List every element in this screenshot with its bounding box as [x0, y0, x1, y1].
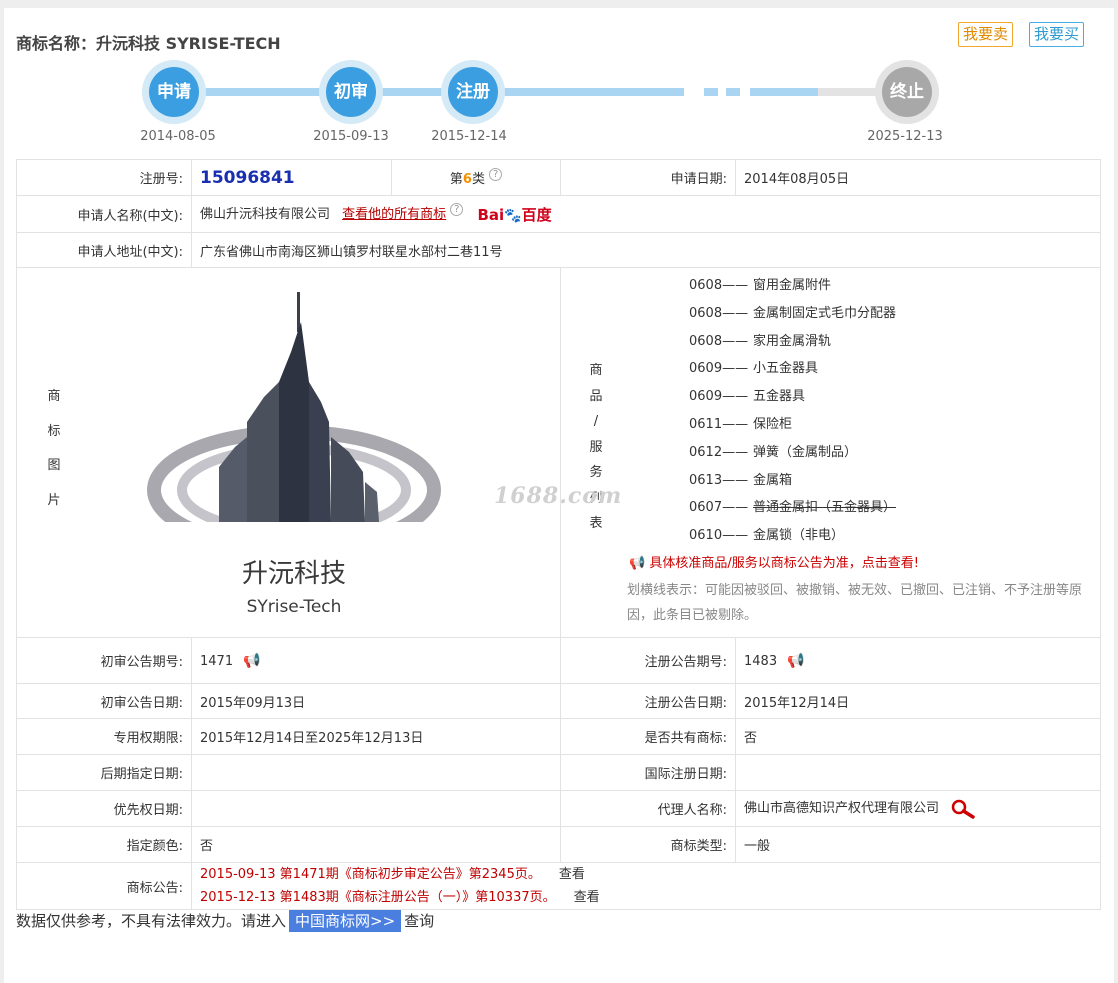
- timeline-date: 2015-12-14: [431, 129, 507, 144]
- goods-item: 0609—— 五金器具: [689, 389, 806, 405]
- status-timeline: 申请 初审 注册 终止 2014-08-05 2015-09-13 2015-1…: [4, 60, 1114, 150]
- shared-label: 是否共有商标:: [560, 718, 736, 755]
- goods-services-cell: 商品 / 服务列表 0608—— 窗用金属附件 0608—— 金属制固定式毛巾分配器 0…: [560, 267, 1101, 638]
- applicant-cell: 佛山升沅科技有限公司 查看他的所有商标 ? Bai🐾百度: [191, 195, 1101, 233]
- later-date-label: 后期指定日期:: [16, 754, 192, 791]
- agent-value: 佛山市高德知识产权代理有限公司: [744, 801, 940, 817]
- reg-pub-date-label: 注册公告日期:: [560, 683, 736, 719]
- announce-cell: 2015-09-13 第1471期《商标初步审定公告》第2345页。 查看 201…: [191, 862, 1101, 910]
- apply-date-value: 2014年08月05日: [735, 159, 1101, 196]
- trademark-logo: 升沅科技 SYrise-Tech: [139, 292, 449, 622]
- megaphone-icon[interactable]: 📢: [787, 653, 804, 669]
- svg-text:升沅科技: 升沅科技: [242, 559, 346, 589]
- timeline-date: 2015-09-13: [313, 129, 389, 144]
- view-announcement-link[interactable]: 查看: [574, 890, 600, 905]
- priority-label: 优先权日期:: [16, 790, 192, 827]
- announce-label: 商标公告:: [16, 862, 192, 910]
- timeline-node-prelim: 初审: [319, 60, 383, 124]
- reg-pub-no-label: 注册公告期号:: [560, 637, 736, 684]
- type-label: 商标类型:: [560, 826, 736, 863]
- exclusive-label: 专用权期限:: [16, 718, 192, 755]
- address-value: 广东省佛山市南海区狮山镇罗村联星水部村二巷11号: [191, 232, 1101, 268]
- goods-item-struck: 0607—— 普通金属扣（五金器具）: [689, 500, 897, 516]
- color-label: 指定颜色:: [16, 826, 192, 863]
- class-cell: 第6类 ?: [391, 159, 561, 196]
- sell-button[interactable]: 我要卖: [958, 22, 1014, 47]
- priority-value: [191, 790, 561, 827]
- goods-item: 0611—— 保险柜: [689, 416, 793, 432]
- goods-item: 0613—— 金属箱: [689, 472, 793, 488]
- later-date-value: [191, 754, 561, 791]
- prelim-date-value: 2015年09月13日: [191, 683, 561, 719]
- timeline-node-register: 注册: [441, 60, 505, 124]
- image-label: 商标图片: [47, 389, 61, 508]
- color-value: 否: [191, 826, 561, 863]
- page-title: 商标名称：升沅科技 SYRISE-TECH: [16, 34, 281, 53]
- goods-item: 0609—— 小五金器具: [689, 361, 819, 377]
- trademark-site-link[interactable]: 中国商标网>>: [289, 910, 402, 932]
- apply-date-label: 申请日期:: [560, 159, 736, 196]
- trademark-image-cell: 商标图片 升沅科技 SYrise-Tech: [16, 267, 561, 638]
- help-icon[interactable]: ?: [489, 168, 503, 181]
- search-icon[interactable]: [949, 798, 977, 820]
- goods-item: 0608—— 窗用金属附件: [689, 278, 832, 293]
- trademark-detail-page: 商标名称：升沅科技 SYRISE-TECH 我要卖 我要买 申请 初审 注册 终…: [4, 8, 1114, 983]
- goods-notice-link[interactable]: 📢 具体核准商品/服务以商标公告为准，点击查看!: [629, 552, 919, 571]
- goods-item: 0608—— 金属制固定式毛巾分配器: [689, 305, 897, 321]
- intl-date-value: [735, 754, 1101, 791]
- goods-item: 0608—— 家用金属滑轨: [689, 333, 832, 349]
- baidu-paw-icon: 🐾: [504, 208, 522, 224]
- prelim-no-label: 初审公告期号:: [16, 637, 192, 684]
- applicant-label: 申请人名称(中文):: [16, 195, 192, 233]
- type-value: 一般: [735, 826, 1101, 863]
- timeline-date: 2014-08-05: [140, 129, 216, 144]
- applicant-value: 佛山升沅科技有限公司: [200, 207, 331, 222]
- svg-text:SYrise-Tech: SYrise-Tech: [247, 597, 342, 617]
- agent-label: 代理人名称:: [560, 790, 736, 827]
- announcement-item: 2015-12-13 第1483期《商标注册公告（一）》第10337页。 查看: [200, 890, 600, 905]
- goods-list: 0608—— 窗用金属附件 0608—— 金属制固定式毛巾分配器 0608—— 家用金…: [689, 272, 896, 550]
- reg-pub-date-value: 2015年12月14日: [735, 683, 1101, 719]
- prelim-no-value: 1471: [200, 653, 234, 669]
- footer: 数据仅供参考，不具有法律效力。请进入 中国商标网>> 查询: [16, 910, 435, 932]
- shared-value: 否: [735, 718, 1101, 755]
- strike-note: 划横线表示：可能因被驳回、被撤销、被无效、已撤回、已注销、不予注册等原因，此条目…: [627, 583, 1083, 623]
- address-label: 申请人地址(中文):: [16, 232, 192, 268]
- exclusive-value: 2015年12月14日至2025年12月13日: [191, 718, 561, 755]
- buy-button[interactable]: 我要买: [1029, 22, 1085, 47]
- watermark: 1688.com: [494, 483, 623, 509]
- goods-item: 0610—— 金属锁（非电）: [689, 528, 845, 544]
- view-all-trademarks-link[interactable]: 查看他的所有商标: [342, 207, 446, 222]
- view-announcement-link[interactable]: 查看: [559, 867, 585, 882]
- reg-pub-no-value: 1483: [744, 653, 778, 669]
- reg-no-value: 15096841: [200, 167, 295, 188]
- reg-no-label: 注册号:: [16, 159, 192, 196]
- megaphone-icon[interactable]: 📢: [243, 653, 260, 669]
- prelim-date-label: 初审公告日期:: [16, 683, 192, 719]
- timeline-date: 2025-12-13: [867, 129, 943, 144]
- help-icon[interactable]: ?: [450, 203, 464, 216]
- goods-label: 商品 / 服务列表: [589, 363, 603, 531]
- announcement-item: 2015-09-13 第1471期《商标初步审定公告》第2345页。 查看: [200, 867, 585, 882]
- timeline-node-apply: 申请: [142, 60, 206, 124]
- baidu-search-button[interactable]: Bai🐾百度: [477, 204, 551, 225]
- goods-item: 0612—— 弹簧（金属制品）: [689, 444, 858, 460]
- trademark-info-table: 注册号: 15096841 第6类 ? 申请日期: 2014年08月05日 申请…: [16, 159, 1101, 910]
- class-number: 6: [462, 172, 472, 187]
- intl-date-label: 国际注册日期:: [560, 754, 736, 791]
- megaphone-icon: 📢: [629, 556, 646, 571]
- timeline-node-end: 终止: [875, 60, 939, 124]
